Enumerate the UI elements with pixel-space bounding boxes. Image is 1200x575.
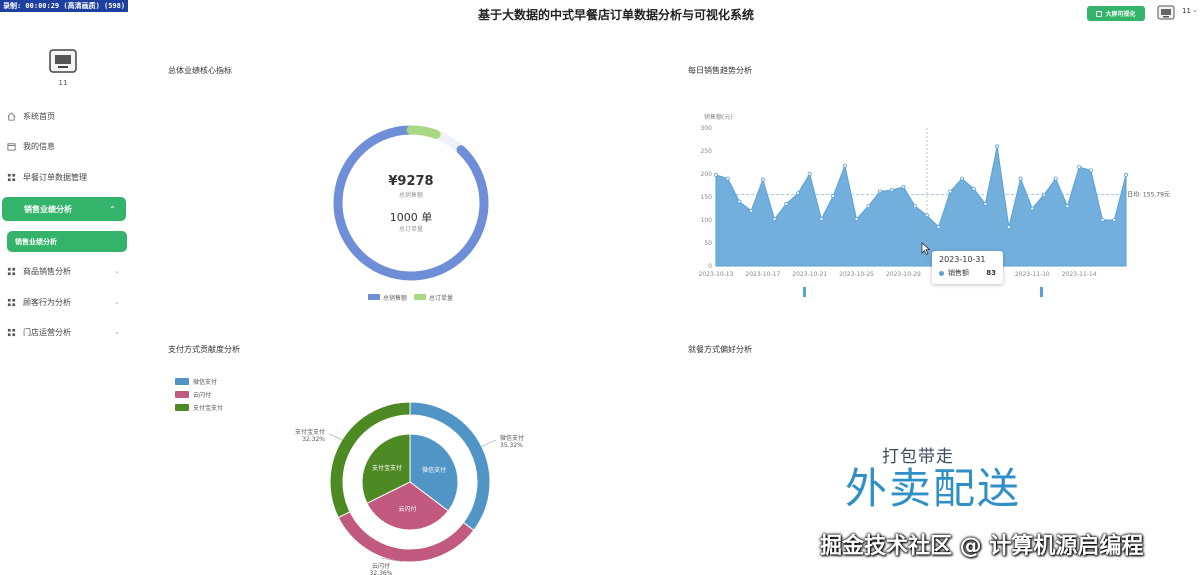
pie-outer-label: 支付宝支付	[295, 428, 325, 436]
legend-label[interactable]: 云闪付	[193, 391, 211, 399]
legend-label[interactable]: 支付宝支付	[193, 404, 223, 412]
pie-inner-label: 微信支付	[422, 466, 446, 474]
legend-swatch[interactable]	[175, 404, 189, 411]
pie-outer-percent: 35.32%	[500, 442, 523, 449]
legend-swatch[interactable]	[175, 378, 189, 385]
legend-label[interactable]: 微信支付	[193, 378, 217, 386]
pie-inner-label: 云闪付	[398, 505, 416, 513]
pie-label-line	[481, 439, 497, 447]
watermark: 掘金技术社区 @ 计算机源启编程	[820, 534, 1144, 559]
pie-outer-percent: 32.36%	[370, 570, 393, 575]
legend-swatch[interactable]	[175, 391, 189, 398]
pie-label-line	[328, 433, 343, 441]
pie-outer-percent: 32.32%	[302, 436, 325, 443]
payment-legend[interactable]: 微信支付云闪付支付宝支付	[175, 378, 223, 412]
dining-overlay-line2: 外卖配送	[845, 464, 1022, 513]
pie-outer-label: 云闪付	[372, 562, 390, 570]
pie-inner-label: 支付宝支付	[372, 464, 402, 472]
pie-outer-label: 微信支付	[500, 434, 524, 442]
